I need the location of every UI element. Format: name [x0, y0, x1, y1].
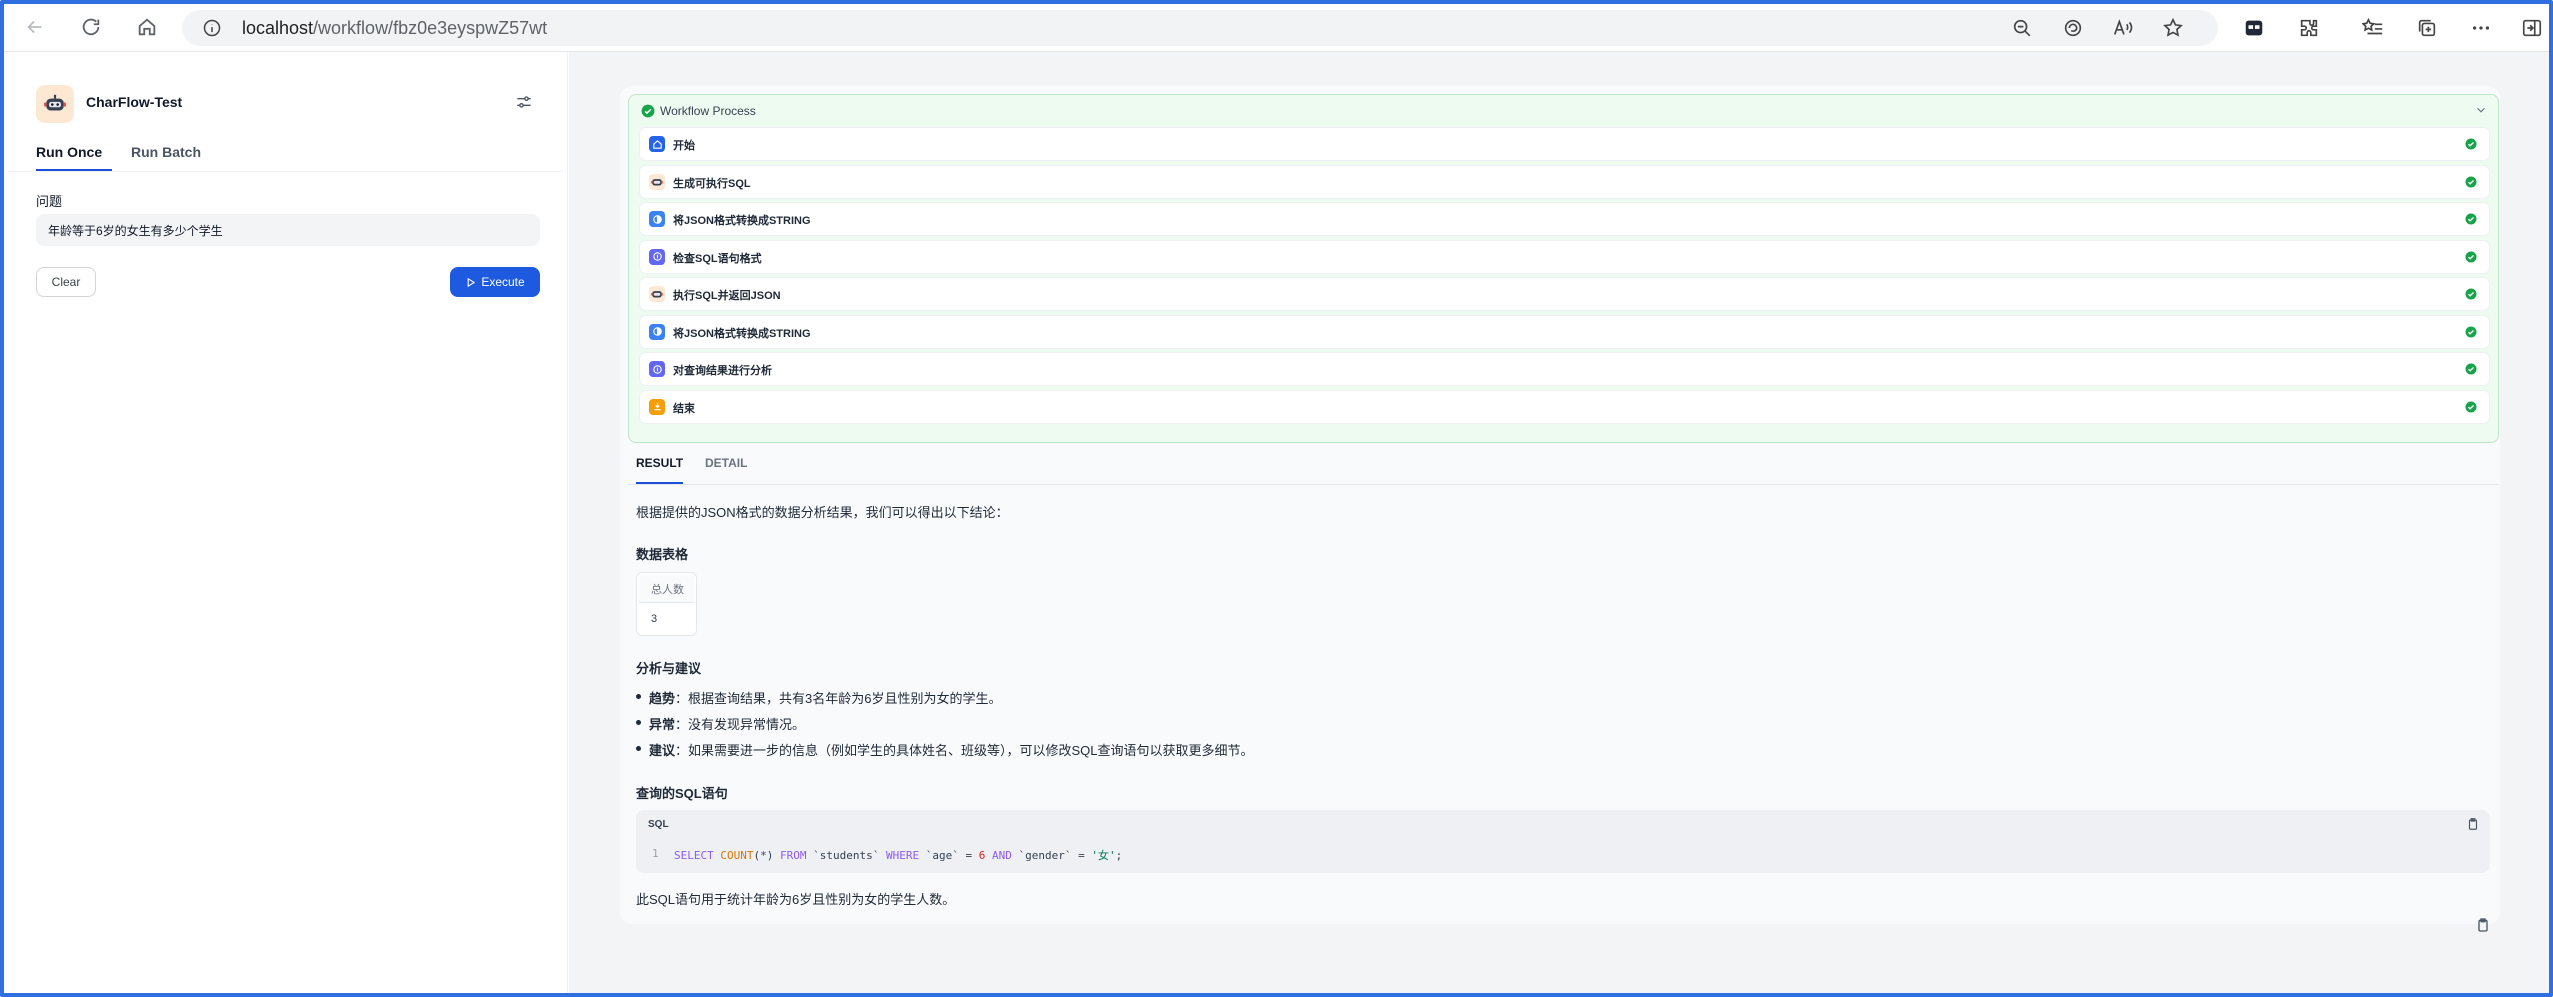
- home-icon[interactable]: [132, 12, 162, 42]
- workflow-step-label: 开始: [673, 140, 695, 152]
- success-check-icon: [641, 104, 655, 118]
- run-panel: CharFlow-Test Run Once Run Batch 问题 Clea…: [8, 52, 568, 993]
- reload-icon[interactable]: [76, 12, 106, 42]
- sql-code-block: SQL 1 SELECT COUNT(*) FROM `students` WH…: [636, 810, 2490, 873]
- bullet-term: 异常: [649, 717, 676, 732]
- workflow-step[interactable]: 检查SQL语句格式: [640, 240, 2489, 273]
- bullet-term: 趋势: [649, 691, 676, 706]
- browser-essentials-icon[interactable]: [2060, 15, 2086, 41]
- workflow-step-label: 对查询结果进行分析: [673, 365, 772, 377]
- workflow-step[interactable]: 结束: [640, 390, 2489, 423]
- workflow-step-label: 检查SQL语句格式: [673, 252, 762, 265]
- back-icon[interactable]: [20, 12, 50, 42]
- browser-window: localhost/workflow/fbz0e3eyspwZ57wt Char…: [0, 0, 2553, 997]
- table-heading: 数据表格: [636, 547, 689, 562]
- bullet-text: ：没有发现异常情况。: [675, 717, 806, 732]
- robot-icon: [649, 173, 665, 190]
- chevron-down-icon[interactable]: [2474, 103, 2488, 117]
- bullet-term: 建议: [649, 743, 676, 758]
- list-item: 趋势：根据查询结果，共有3名年龄为6岁且性别为女的学生。: [635, 688, 1002, 707]
- workflow-step[interactable]: 将JSON格式转换成STRING: [640, 203, 2489, 235]
- more-options-icon[interactable]: [2468, 15, 2494, 41]
- workflow-process-panel: Workflow Process 开始生成可执行SQL 将JSON格式转换成STR…: [628, 94, 2499, 443]
- robot-avatar-icon: [36, 85, 74, 123]
- table-row: 3: [639, 605, 694, 633]
- success-check-icon: [2465, 401, 2477, 412]
- workflow-step[interactable]: 将JSON格式转换成STRING: [640, 315, 2489, 348]
- execute-button-label: Execute: [481, 275, 525, 289]
- home-icon: [649, 136, 665, 152]
- success-check-icon: [2465, 288, 2477, 300]
- bullet-text: ：如果需要进一步的信息（例如学生的具体姓名、班级等），可以修改SQL查询语句以获…: [675, 743, 1254, 758]
- bullet-text: ：根据查询结果，共有3名年龄为6岁且性别为女的学生。: [675, 691, 1002, 706]
- collections-icon[interactable]: [2414, 15, 2440, 41]
- workflow-step-label: 将JSON格式转换成STRING: [673, 215, 811, 227]
- workflow-step-label: 将JSON格式转换成STRING: [673, 327, 811, 340]
- question-label: 问题: [36, 194, 63, 209]
- success-check-icon: [2465, 326, 2477, 337]
- settings-sliders-icon[interactable]: [514, 92, 536, 114]
- success-check-icon: [2465, 176, 2477, 187]
- question-input[interactable]: [36, 214, 540, 246]
- copy-icon[interactable]: [2475, 917, 2491, 933]
- success-check-icon: [2465, 138, 2477, 150]
- profile-icon[interactable]: [2241, 15, 2267, 41]
- tab-result[interactable]: RESULT: [636, 456, 683, 470]
- play-icon: [467, 277, 476, 287]
- tab-run-once[interactable]: Run Once: [36, 144, 102, 160]
- list-item: 异常：没有发现异常情况。: [635, 714, 806, 733]
- result-footer: 此SQL语句用于统计年龄为6岁且性别为女的学生人数。: [636, 892, 956, 907]
- divider: [8, 171, 564, 172]
- check-format-icon: [649, 248, 665, 265]
- result-intro: 根据提供的JSON格式的数据分析结果，我们可以得出以下结论：: [636, 505, 1009, 520]
- code-icon: [649, 211, 665, 227]
- robot-icon: [649, 286, 665, 302]
- analysis-icon: [649, 361, 665, 377]
- success-check-icon: [2465, 363, 2477, 375]
- workflow-step[interactable]: 对查询结果进行分析: [640, 353, 2489, 385]
- sql-heading: 查询的SQL语句: [636, 786, 728, 801]
- success-check-icon: [2465, 213, 2477, 225]
- end-icon: [649, 398, 665, 415]
- workflow-step-label: 生成可执行SQL: [673, 177, 751, 190]
- url-text: localhost/workflow/fbz0e3eyspwZ57wt: [242, 18, 547, 39]
- table-cell: 3: [651, 613, 658, 625]
- extensions-icon[interactable]: [2296, 15, 2322, 41]
- workflow-step[interactable]: 执行SQL并返回JSON: [640, 278, 2489, 310]
- app-title: CharFlow-Test: [86, 94, 183, 110]
- tab-detail[interactable]: DETAIL: [705, 456, 747, 470]
- analysis-heading: 分析与建议: [636, 661, 702, 676]
- code-line: 1 SELECT COUNT(*) FROM `students` WHERE …: [636, 843, 2490, 865]
- sql-statement: SELECT COUNT(*) FROM `students` WHERE `a…: [674, 849, 1123, 862]
- code-language-label: SQL: [648, 819, 669, 830]
- copy-icon[interactable]: [2466, 817, 2480, 831]
- browser-toolbar: localhost/workflow/fbz0e3eyspwZ57wt: [4, 4, 2549, 52]
- site-info-icon[interactable]: [202, 18, 222, 38]
- divider: [628, 484, 2499, 485]
- line-number: 1: [652, 847, 659, 860]
- execute-button[interactable]: Execute: [450, 267, 540, 297]
- read-aloud-icon[interactable]: [2110, 15, 2136, 41]
- success-check-icon: [2465, 251, 2477, 262]
- workflow-step[interactable]: 生成可执行SQL: [640, 165, 2489, 198]
- workflow-step[interactable]: 开始: [640, 128, 2489, 160]
- url-path: /workflow/fbz0e3eyspwZ57wt: [313, 18, 548, 38]
- list-item: 建议：如果需要进一步的信息（例如学生的具体姓名、班级等），可以修改SQL查询语句…: [636, 740, 1254, 759]
- address-bar[interactable]: localhost/workflow/fbz0e3eyspwZ57wt: [182, 10, 2218, 46]
- workflow-step-label: 执行SQL并返回JSON: [673, 290, 781, 302]
- clear-button[interactable]: Clear: [36, 267, 96, 297]
- url-host: localhost: [242, 18, 314, 38]
- workflow-title: Workflow Process: [660, 104, 756, 118]
- code-icon: [649, 323, 665, 340]
- favorites-list-icon[interactable]: [2360, 15, 2386, 41]
- favorite-star-icon[interactable]: [2160, 15, 2186, 41]
- tab-run-batch[interactable]: Run Batch: [131, 144, 201, 160]
- zoom-out-icon[interactable]: [2009, 15, 2035, 41]
- workflow-step-label: 结束: [673, 402, 695, 415]
- table-header: 总人数: [639, 575, 694, 603]
- sidebar-toggle-icon[interactable]: [2519, 15, 2545, 41]
- data-table: 总人数 3: [636, 572, 697, 636]
